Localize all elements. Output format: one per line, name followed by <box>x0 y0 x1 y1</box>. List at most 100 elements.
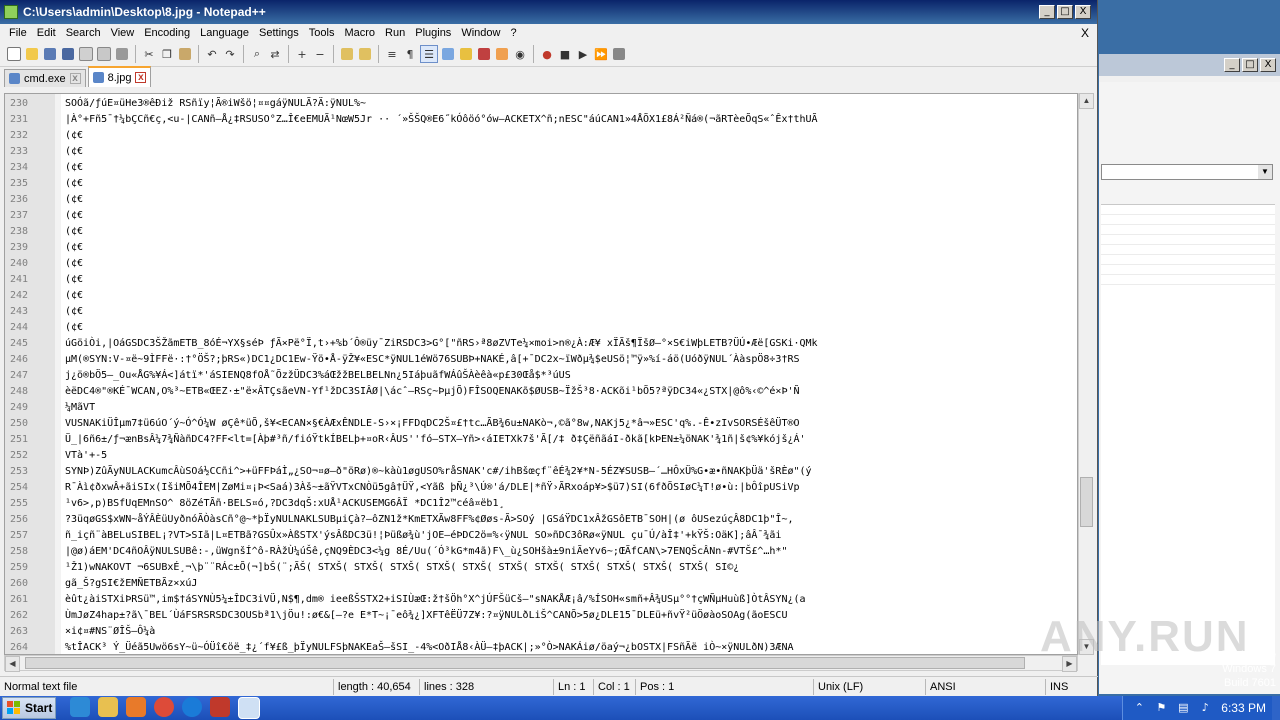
explorer-folder-icon[interactable] <box>98 697 118 717</box>
editor-line[interactable]: 244 (¢€ <box>5 319 1077 335</box>
menu-view[interactable]: View <box>106 27 140 39</box>
cut-icon[interactable]: ✂ <box>141 46 157 62</box>
stop-macro-icon[interactable]: ■ <box>557 46 573 62</box>
menu-file[interactable]: File <box>4 27 32 39</box>
folder-workspace-icon[interactable] <box>494 46 510 62</box>
monitoring-icon[interactable]: ◉ <box>512 46 528 62</box>
editor-line[interactable]: 242 (¢€ <box>5 287 1077 303</box>
new-file-icon[interactable] <box>6 46 22 62</box>
run-macro-multiple-icon[interactable]: ⏩ <box>593 46 609 62</box>
scroll-up-arrow-icon[interactable]: ▲ <box>1079 93 1094 109</box>
maximize-button[interactable]: □ <box>1242 58 1258 72</box>
editor-line[interactable]: 231 |À°+Fñ5¯†¼bÇCñ€ç,<u-|CANñ—Å¿‡RSUSO°Z…… <box>5 111 1077 127</box>
print-icon[interactable] <box>114 46 130 62</box>
tray-expand-icon[interactable]: ⌃ <box>1133 702 1145 714</box>
chrome-icon[interactable] <box>154 697 174 717</box>
save-all-icon[interactable] <box>60 46 76 62</box>
menu-window[interactable]: Window <box>456 27 505 39</box>
tab-close-icon[interactable]: x <box>69 73 81 84</box>
clock[interactable]: 6:33 PM <box>1221 701 1266 715</box>
horizontal-scroll-thumb[interactable] <box>25 657 1025 669</box>
editor-line[interactable]: 238 (¢€ <box>5 223 1077 239</box>
flag-icon[interactable]: ⚑ <box>1155 702 1167 714</box>
show-all-chars-icon[interactable]: ¶ <box>402 46 418 62</box>
title-bar[interactable]: C:\Users\admin\Desktop\8.jpg - Notepad++… <box>0 0 1097 24</box>
tab-8-jpg[interactable]: 8.jpg x <box>87 66 152 87</box>
define-language-icon[interactable] <box>440 46 456 62</box>
close-button[interactable]: X <box>1260 58 1276 72</box>
edge-icon[interactable] <box>182 697 202 717</box>
editor-line[interactable]: 239 (¢€ <box>5 239 1077 255</box>
zoom-in-icon[interactable]: + <box>294 46 310 62</box>
menu-run[interactable]: Run <box>380 27 410 39</box>
minimize-button[interactable]: _ <box>1224 58 1240 72</box>
editor-line[interactable]: 236 (¢€ <box>5 191 1077 207</box>
doc-map-icon[interactable] <box>458 46 474 62</box>
editor-line[interactable]: 237 (¢€ <box>5 207 1077 223</box>
chevron-down-icon[interactable]: ▼ <box>1258 165 1272 179</box>
minimize-button[interactable]: _ <box>1039 5 1055 19</box>
editor-line[interactable]: 245 úGöiÒi,|OáGSDC3ŠŽãmETB_8óÉ¬YX§séÞ ƒÃ×… <box>5 335 1077 351</box>
background-window-titlebar[interactable]: _ □ X <box>1099 54 1280 76</box>
editor-line[interactable]: 263 ×i¢¤#NS¨ØÎŠ–Ô¼à <box>5 623 1077 639</box>
notepadpp-taskbar-icon[interactable] <box>238 697 260 719</box>
vertical-scroll-thumb[interactable] <box>1080 477 1093 527</box>
menu-edit[interactable]: Edit <box>32 27 61 39</box>
zoom-out-icon[interactable]: − <box>312 46 328 62</box>
copy-icon[interactable]: ❐ <box>159 46 175 62</box>
editor-line[interactable]: 258 |@ø)áEM'DC4ñOÂÿNULSUBê:-,üWgnšÍ^ô-RÀž… <box>5 543 1077 559</box>
menu-search[interactable]: Search <box>61 27 106 39</box>
show-desktop-button[interactable] <box>1272 696 1280 720</box>
editor-line[interactable]: 251 Ü_|6ñ6±/ƒ¬ænBsÂ¼7¾ÑàñDC4?FF<lt=[Àþ#³ñ… <box>5 431 1077 447</box>
save-macro-icon[interactable] <box>611 46 627 62</box>
text-editor[interactable]: 230 SOÓã/ƒúE¤üHe3®êÐiž RSñïy¦Ã®iWšö¦¤¤gáÿ… <box>4 93 1078 655</box>
editor-line[interactable]: 253 SYNÞ)ZûÃyNULACKumcÂùSOá½CCñi^>+üFFÞáÌ… <box>5 463 1077 479</box>
editor-line[interactable]: 256 ?3üqøGS$xWN~åÝÂÈüUyðnóÃÒàsCñ°@~*þÏyNU… <box>5 511 1077 527</box>
close-all-icon[interactable] <box>96 46 112 62</box>
horizontal-scrollbar[interactable]: ◀ ▶ <box>4 655 1078 672</box>
close-document-button[interactable]: X <box>1081 26 1089 40</box>
internet-explorer-icon[interactable] <box>70 697 90 717</box>
editor-line[interactable]: 241 (¢€ <box>5 271 1077 287</box>
close-file-icon[interactable] <box>78 46 94 62</box>
background-window[interactable]: _ □ X ▼ <box>1099 54 1280 694</box>
paste-icon[interactable] <box>177 46 193 62</box>
function-list-icon[interactable] <box>476 46 492 62</box>
tab-cmd-exe[interactable]: cmd.exe x <box>4 69 86 87</box>
editor-line[interactable]: 264 %tÎACK³ Ý_Üéã5Uwö6sY~ü~ÓÜî€öë_‡¿´f¥£ß… <box>5 639 1077 654</box>
editor-line[interactable]: 247 j¿ö®bÖ5—_Ou«ÅG%¥Á<]átï*'áSIENQ8fOÅ˜Õz… <box>5 367 1077 383</box>
editor-line[interactable]: 249 ¼MãVT <box>5 399 1077 415</box>
volume-icon[interactable]: ♪ <box>1199 702 1211 714</box>
editor-line[interactable]: 257 ñ_içñ¨àBELuSIBEL¡?VT>SIã|L¤ETBã?GSÛx»… <box>5 527 1077 543</box>
editor-line[interactable]: 230 SOÓã/ƒúE¤üHe3®êÐiž RSñïy¦Ã®iWšö¦¤¤gáÿ… <box>5 95 1077 111</box>
menu-tools[interactable]: Tools <box>304 27 340 39</box>
save-icon[interactable] <box>42 46 58 62</box>
menu-help[interactable]: ? <box>505 27 521 39</box>
close-button[interactable]: X <box>1075 5 1091 19</box>
menu-macro[interactable]: Macro <box>339 27 380 39</box>
indent-guide-icon[interactable]: ☰ <box>420 45 438 63</box>
scroll-left-arrow-icon[interactable]: ◀ <box>5 656 20 672</box>
open-file-icon[interactable] <box>24 46 40 62</box>
undo-icon[interactable]: ↶ <box>204 46 220 62</box>
start-button[interactable]: Start <box>2 697 56 719</box>
tab-close-icon[interactable]: x <box>135 72 147 83</box>
menu-plugins[interactable]: Plugins <box>410 27 456 39</box>
find-icon[interactable]: ⌕ <box>249 46 265 62</box>
replace-icon[interactable]: ⇄ <box>267 46 283 62</box>
redo-icon[interactable]: ↷ <box>222 46 238 62</box>
app-grid-icon[interactable] <box>210 697 230 717</box>
sync-horizontal-icon[interactable] <box>357 46 373 62</box>
editor-line[interactable]: 262 ÙmJøZ4hap±?ã\¯BEL´ÙáFSRSRSDC3OUSbª1\j… <box>5 607 1077 623</box>
editor-line[interactable]: 233 (¢€ <box>5 143 1077 159</box>
editor-line[interactable]: 259 ¹Ž1)wNAKOVT ¬6SUBxÉ¸¬\þ¨¨RÁc±Õ(¬]bŠ(¨… <box>5 559 1077 575</box>
editor-line[interactable]: 248 èëDC4®"®KÉ¯WCAN,O%³~ETB«ŒEZ·±"ë×ÂTÇsã… <box>5 383 1077 399</box>
menu-settings[interactable]: Settings <box>254 27 304 39</box>
editor-line[interactable]: 254 R¯Àì¢ðxwÂ+ãiSIx(IšiMÕ4ÎEM|ZøMi¤¡Þ<Saá… <box>5 479 1077 495</box>
menu-encoding[interactable]: Encoding <box>139 27 195 39</box>
editor-line[interactable]: 240 (¢€ <box>5 255 1077 271</box>
sync-vertical-icon[interactable] <box>339 46 355 62</box>
network-icon[interactable]: ▤ <box>1177 702 1189 714</box>
play-macro-icon[interactable]: ▶ <box>575 46 591 62</box>
editor-line[interactable]: 255 ¹v6>,p)BSfUqEMnSO^ 8öZéTÃñ·BELS¤ó,?DC… <box>5 495 1077 511</box>
